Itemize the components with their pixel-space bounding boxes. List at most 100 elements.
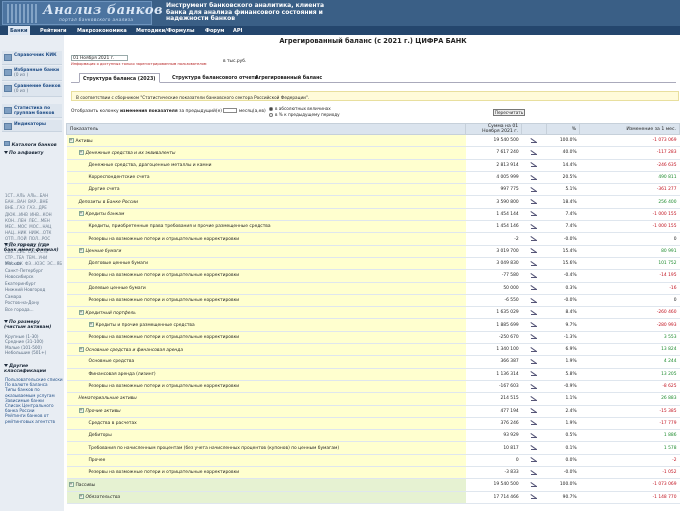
date-select[interactable]: 01 Ноября 2021 г. (71, 55, 128, 61)
row-change: -246 635 (579, 159, 680, 172)
city-link[interactable]: Нижний Новгород (5, 287, 45, 294)
expand-icon[interactable]: + (78, 494, 84, 500)
row-chart-link[interactable] (521, 208, 547, 222)
city-link[interactable]: Ростов-на-Дону (5, 300, 45, 307)
row-chart-link[interactable] (521, 159, 547, 172)
expand-icon[interactable]: + (78, 211, 84, 217)
radio-percent[interactable]: в % к предыдущему периоду (269, 112, 340, 117)
alphabet-links[interactable]: 1СТ...АЛЬ АЛЬ...БАН БАН...ВАН ВАР...ВНЕ … (5, 193, 63, 267)
tab-structure-2023[interactable]: Структура баланса (2023) (79, 73, 160, 83)
row-chart-link[interactable] (521, 454, 547, 468)
row-share: 5.1% (546, 183, 580, 197)
row-label: Нематериальные активы (66, 392, 466, 406)
other-link[interactable]: Рейтинги банков от рейтинговых агентств (5, 413, 63, 423)
expand-icon[interactable]: + (78, 248, 84, 254)
row-chart-link[interactable] (521, 380, 547, 394)
row-chart-link[interactable] (521, 491, 547, 504)
chart-icon (531, 371, 538, 377)
size-heading[interactable]: По размеру (чистым активам) (4, 320, 62, 330)
row-share: 7.4% (546, 220, 580, 234)
row-chart-link[interactable] (521, 466, 547, 480)
city-link[interactable]: Все города... (5, 307, 45, 314)
row-share: 100.0% (546, 134, 580, 148)
nav-banks[interactable]: Банки (8, 26, 30, 35)
chart-icon (531, 261, 538, 266)
chart-icon (531, 384, 538, 389)
row-change: -1 000 155 (579, 208, 680, 222)
expand-icon[interactable]: + (78, 149, 84, 155)
tab-balance-report[interactable]: Структура балансового отчета (169, 73, 261, 83)
row-chart-link[interactable] (521, 195, 547, 209)
sidebar-item-kik[interactable]: Справочник КИК (2, 51, 62, 65)
row-share: 7.4% (546, 208, 580, 222)
row-chart-link[interactable] (521, 134, 547, 148)
row-chart-link[interactable] (521, 331, 547, 345)
row-chart-link[interactable] (521, 245, 547, 258)
row-change: -14 195 (579, 269, 680, 283)
tab-aggregated[interactable]: Агрегированный баланс (252, 73, 325, 83)
expand-icon[interactable]: + (78, 309, 84, 315)
row-change: -1 073 069 (579, 478, 680, 492)
nav-ratings[interactable]: Рейтинги (40, 28, 67, 34)
other-list: Пользовательские списки По валюте баланс… (5, 377, 63, 424)
city-heading[interactable]: По городу (где банк имеет филиал) (4, 243, 62, 253)
logo-subtitle: портал банковского анализа (59, 17, 134, 22)
row-chart-link[interactable] (521, 294, 547, 308)
row-chart-link[interactable] (521, 355, 547, 369)
chart-icon (531, 470, 538, 475)
row-chart-link[interactable] (521, 146, 547, 160)
row-chart-link[interactable] (521, 368, 547, 381)
row-amount: 1 885 699 (465, 318, 522, 332)
expand-icon[interactable]: + (78, 346, 84, 352)
row-chart-link[interactable] (521, 392, 547, 406)
site-logo[interactable]: Анализ банков портал банковского анализа (2, 1, 163, 25)
expand-icon[interactable]: + (68, 137, 74, 143)
row-chart-link[interactable] (521, 417, 547, 431)
chart-icon (531, 433, 538, 438)
row-chart-link[interactable] (521, 318, 547, 332)
other-link[interactable]: Список Центрального банка России (5, 403, 63, 413)
row-chart-link[interactable] (521, 282, 547, 295)
size-link[interactable]: Небольшие (501+) (5, 350, 63, 355)
row-chart-link[interactable] (521, 183, 547, 197)
row-chart-link[interactable] (521, 269, 547, 283)
row-chart-link[interactable] (521, 171, 547, 185)
months-input[interactable] (223, 108, 238, 113)
row-chart-link[interactable] (521, 220, 547, 234)
table-row: Прочее 0 0.0% -2 (66, 454, 680, 468)
nav-api[interactable]: API (233, 28, 242, 34)
sidebar-item-indicators[interactable]: Индикаторы (2, 120, 62, 132)
row-chart-link[interactable] (521, 343, 547, 357)
other-heading[interactable]: Другие классификации (4, 364, 62, 374)
table-row: + Денежные средства и их эквиваленты 7 617… (66, 146, 680, 160)
nav-methods[interactable]: Методики/Формулы (136, 28, 194, 34)
sidebar-item-stats[interactable]: Статистика по группам банков (2, 104, 62, 118)
row-chart-link[interactable] (521, 232, 547, 246)
recalc-button[interactable]: Пересчитать (493, 109, 525, 116)
chart-icon (531, 175, 538, 180)
chart-icon (531, 187, 538, 192)
row-chart-link[interactable] (521, 405, 547, 418)
page-title: Агрегированный баланс (с 2021 г.) ЦИФРА … (279, 37, 467, 45)
row-amount: 3 019 700 (465, 245, 522, 258)
expand-icon[interactable]: + (68, 481, 74, 487)
radio-absolute[interactable]: в абсолютных величинах (269, 106, 331, 111)
row-share: 9.7% (546, 318, 580, 332)
nav-forum[interactable]: Форум (205, 28, 224, 34)
chevron-down-icon (4, 151, 8, 154)
expand-icon[interactable]: + (88, 322, 94, 328)
row-chart-link[interactable] (521, 306, 547, 320)
table-row: Денежные средства, драгоценные металлы и… (66, 159, 680, 172)
row-chart-link[interactable] (521, 441, 547, 455)
row-chart-link[interactable] (521, 429, 547, 443)
sidebar-item-favorites[interactable]: Избранные банки (0 из ) (2, 66, 62, 81)
row-chart-link[interactable] (521, 478, 547, 492)
row-change: -8 625 (579, 380, 680, 394)
expand-icon[interactable]: + (78, 408, 84, 414)
alpha-heading[interactable]: По алфавиту (4, 151, 44, 156)
sidebar-item-compare[interactable]: Сравнение банков (0 из ) (2, 82, 62, 97)
other-link[interactable]: Типы банков по оказываемым услугам (5, 387, 63, 397)
indicator-icon (4, 123, 12, 130)
nav-macro[interactable]: Макроэкономика (77, 28, 127, 34)
row-chart-link[interactable] (521, 257, 547, 271)
